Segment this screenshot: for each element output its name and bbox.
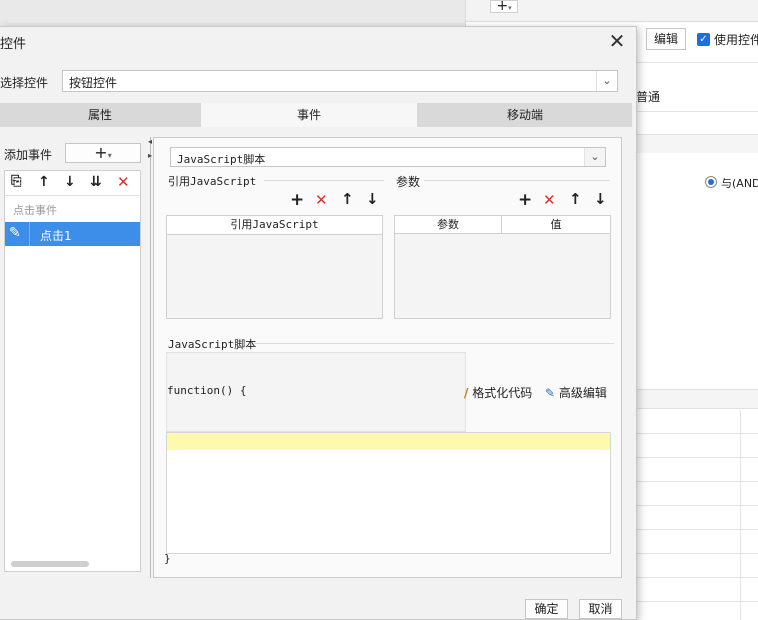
and-label: 与(AND: [721, 177, 758, 190]
edit-icon: ✎: [545, 386, 556, 400]
move-bottom-icon[interactable]: ⇊: [90, 174, 102, 190]
event-toolbar: ⎘ ↑ ↓ ⇊ ✕: [5, 171, 140, 196]
param-column-header: 参数: [395, 216, 502, 234]
tab-events[interactable]: 事件: [201, 103, 417, 127]
bg-grid-line: [636, 433, 758, 434]
collapse-left-icon[interactable]: ◂: [148, 137, 152, 146]
bg-grid-line: [636, 505, 758, 506]
script-section-label: JavaScript脚本: [168, 338, 257, 351]
bg-grid-line: [636, 457, 758, 458]
tab-properties[interactable]: 属性: [0, 103, 200, 127]
radio-dot: [708, 179, 714, 185]
format-code-button[interactable]: / 格式化代码: [464, 384, 532, 401]
params-table: 参数 值: [394, 215, 611, 319]
and-radio[interactable]: [705, 176, 717, 188]
event-item-label: 点击1: [40, 229, 72, 243]
list-item[interactable]: ✎ 点击1: [5, 222, 140, 246]
item-divider: [29, 222, 30, 246]
close-icon[interactable]: ✕: [605, 29, 629, 53]
add-event-label: 添加事件: [4, 148, 53, 162]
ref-js-table: 引用JavaScript: [166, 215, 383, 319]
section-divider: [254, 343, 614, 344]
copy-icon[interactable]: ⎘: [11, 174, 21, 189]
arrow-down-icon[interactable]: ↓: [366, 190, 379, 208]
add-icon[interactable]: +: [290, 190, 304, 210]
arrow-up-icon[interactable]: ↑: [341, 190, 354, 208]
advanced-edit-button[interactable]: ✎ 高级编辑: [545, 384, 607, 401]
delete-icon[interactable]: ✕: [117, 173, 130, 191]
horizontal-scrollbar[interactable]: [11, 561, 89, 567]
section-divider: [424, 180, 610, 181]
dialog-titlebar: [0, 27, 636, 57]
select-control-label: 选择控件: [0, 76, 49, 90]
delete-icon[interactable]: ✕: [543, 191, 556, 209]
use-control-label: 使用控件: [714, 33, 758, 47]
bg-divider: [636, 62, 758, 63]
arrow-up-icon[interactable]: ↑: [38, 174, 50, 190]
normal-label: 普通: [636, 90, 661, 104]
tab-bar: 属性 事件 移动端: [0, 103, 632, 127]
select-control-dropdown[interactable]: 按钮控件 ⌄: [62, 70, 618, 92]
bg-grid-line: [636, 601, 758, 602]
bg-grid-line: [636, 553, 758, 554]
bg-row: [636, 135, 758, 153]
section-divider: [264, 180, 384, 181]
delete-icon[interactable]: ✕: [315, 191, 328, 209]
background-edit-button[interactable]: 编辑: [646, 28, 686, 50]
bg-table-header: [636, 389, 758, 409]
event-editor-panel: JavaScript脚本 ⌄ 引用JavaScript + ✕ ↑ ↓ 引用Ja…: [153, 137, 622, 578]
arrow-up-icon[interactable]: ↑: [569, 190, 582, 208]
chevron-down-icon: ⌄: [596, 71, 617, 91]
current-line-highlight: [167, 433, 610, 450]
bg-grid-line: [636, 481, 758, 482]
value-column-header: 值: [502, 216, 610, 234]
script-type-value: JavaScript脚本: [177, 153, 266, 166]
dialog-title: 控件: [0, 37, 27, 52]
tab-mobile[interactable]: 移动端: [418, 103, 632, 127]
add-icon[interactable]: +: [518, 190, 532, 210]
event-list: ⎘ ↑ ↓ ⇊ ✕ 点击事件 ✎ 点击1: [4, 170, 141, 572]
cancel-button[interactable]: 取消: [579, 599, 622, 619]
bg-divider: [636, 111, 758, 112]
select-control-value: 按钮控件: [69, 76, 118, 90]
script-type-dropdown[interactable]: JavaScript脚本 ⌄: [170, 147, 606, 167]
function-close-text: }: [164, 552, 171, 565]
event-list-panel: 添加事件 +▾ ⎘ ↑ ↓ ⇊ ✕ 点击事件 ✎ 点击1: [0, 137, 151, 578]
bg-grid-line: [636, 577, 758, 578]
chevron-down-icon: ⌄: [584, 148, 605, 166]
add-event-button[interactable]: +▾: [65, 143, 141, 163]
ok-button[interactable]: 确定: [525, 599, 568, 619]
background-add-button[interactable]: +▾: [490, 0, 518, 13]
bg-grid-line: [740, 410, 741, 620]
arrow-down-icon[interactable]: ↓: [64, 174, 76, 190]
control-dialog: 控件 ✕ 选择控件 按钮控件 ⌄ 属性 事件 移动端 添加事件 +▾ ⎘ ↑ ↓…: [0, 26, 637, 620]
function-open-text: function() {: [167, 384, 247, 397]
bg-grid-line: [636, 529, 758, 530]
ref-js-column-header: 引用JavaScript: [167, 216, 382, 235]
expand-right-icon[interactable]: ▸: [148, 151, 152, 160]
pencil-icon: ✎: [9, 225, 21, 241]
click-event-group-label: 点击事件: [13, 204, 57, 217]
function-header-area: function() {: [166, 352, 466, 432]
arrow-down-icon[interactable]: ↓: [594, 190, 607, 208]
params-label: 参数: [396, 175, 421, 189]
ref-js-label: 引用JavaScript: [168, 175, 257, 188]
use-control-checkbox[interactable]: ✓: [697, 33, 710, 46]
brush-icon: /: [464, 386, 469, 400]
script-editor[interactable]: [166, 432, 611, 554]
